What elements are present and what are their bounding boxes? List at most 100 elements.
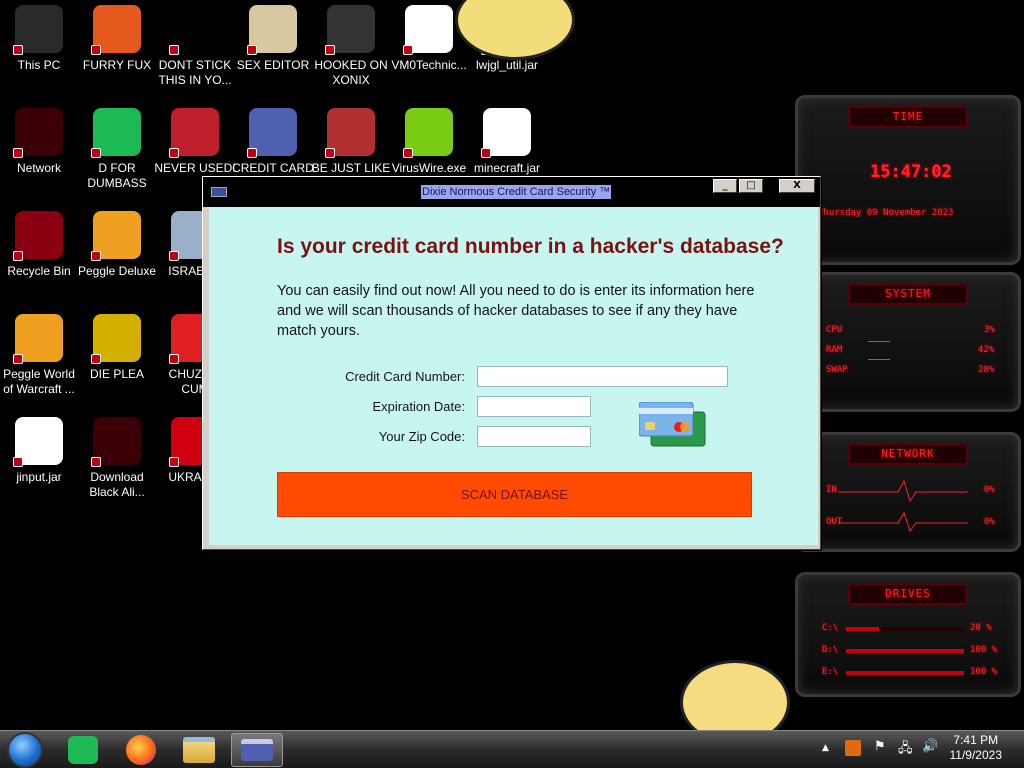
desktop-icon[interactable]: Peggle World of Warcraft ...	[0, 314, 78, 397]
taskbar-file-explorer[interactable]	[173, 733, 225, 767]
taskbar-credit-card-checker[interactable]	[231, 733, 283, 767]
desktop-icon-label: DONT STICK THIS IN YO...	[158, 58, 232, 87]
swap-label: SWAP	[826, 365, 848, 375]
desktop-icon[interactable]: D FOR DUMBASS	[78, 108, 156, 191]
maximize-button[interactable]: □	[739, 179, 763, 193]
firefox-icon	[91, 5, 141, 55]
peggle-icon	[13, 314, 63, 364]
desktop-icon[interactable]: Network	[0, 108, 78, 176]
desktop-icon[interactable]: NEVER USED!	[154, 108, 236, 176]
drive-value: 100 %	[970, 667, 998, 677]
drives-panel-title: DRIVES	[848, 583, 968, 605]
desktop-icon[interactable]: Recycle Bin	[0, 211, 78, 279]
drive-label: C:\	[822, 623, 839, 633]
expiration-date-input[interactable]	[477, 396, 591, 417]
credit-card-security-window: Dixie Normous Credit Card Security ™ _ □…	[202, 176, 821, 550]
shortcut-arrow-icon	[91, 148, 101, 158]
shortcut-arrow-icon	[403, 45, 413, 55]
time-value: 15:47:02	[870, 162, 952, 182]
app-icon	[211, 187, 227, 197]
net-in-label: IN	[826, 485, 837, 495]
drive-value: 100 %	[970, 645, 998, 655]
shortcut-arrow-icon	[403, 148, 413, 158]
drives-panel: DRIVES C:\ 28 % D:\ 100 % E:\ 100 %	[795, 572, 1021, 697]
shortcut-arrow-icon	[169, 354, 179, 364]
desktop-icon[interactable]: minecraft.jar	[468, 108, 546, 176]
doctor-icon	[403, 5, 453, 55]
desktop-icon[interactable]: FURRY FUX	[78, 5, 156, 73]
network-graph	[838, 479, 968, 533]
desktop-icon-label: SEX EDITOR	[236, 58, 310, 72]
shortcut-arrow-icon	[91, 354, 101, 364]
desktop-icon[interactable]: DONT STICK THIS IN YO...	[156, 5, 234, 88]
desktop-icon[interactable]: This PC	[0, 5, 78, 73]
volume-icon[interactable]: 🔊	[922, 739, 938, 754]
desktop-icon[interactable]: VirusWire.exe	[390, 108, 468, 176]
date-value: Thursday 09 November 2023	[818, 208, 954, 218]
show-hidden-icons-arrow-icon[interactable]: ▲	[822, 743, 829, 753]
shortcut-arrow-icon	[13, 354, 23, 364]
expiration-date-label: Expiration Date:	[372, 399, 466, 414]
desktop-icon-label: This PC	[17, 58, 61, 72]
ram-label: RAM	[826, 345, 843, 355]
desktop-icon[interactable]: SEX EDITOR	[234, 5, 312, 73]
peggle-icon	[91, 211, 141, 261]
desktop-icon-label: Network	[16, 161, 61, 175]
card-number-input[interactable]	[477, 366, 728, 387]
clock-time: 7:41 PM	[953, 733, 999, 747]
desktop-icon[interactable]: Peggle Deluxe	[78, 211, 156, 279]
shortcut-arrow-icon	[13, 148, 23, 158]
card-number-label: Credit Card Number:	[345, 369, 465, 384]
net-in-value: 0%	[984, 485, 995, 495]
desktop-icon-label: NEVER USED!	[154, 161, 236, 175]
time-panel: TIME 15:47:02 Thursday 09 November 2023	[795, 95, 1021, 265]
credit-card-icon	[241, 739, 273, 761]
shortcut-arrow-icon	[169, 457, 179, 467]
window-titlebar[interactable]: Dixie Normous Credit Card Security ™ _ □…	[203, 177, 820, 207]
windows-orb-icon[interactable]	[7, 732, 43, 768]
shortcut-arrow-icon	[247, 148, 257, 158]
drive-label: E:\	[822, 667, 839, 677]
vlc-cone-icon	[169, 5, 219, 55]
hex-editor-icon	[247, 5, 297, 55]
flag-icon[interactable]: ⚑	[874, 739, 886, 754]
cpu-value: 3%	[984, 325, 995, 335]
headline: Is your credit card number in a hacker's…	[277, 235, 784, 258]
desktop-icon-label: VirusWire.exe	[391, 161, 467, 175]
desktop-icon-label: Download Black Ali...	[89, 470, 145, 499]
clock-date: 11/9/2023	[949, 748, 1003, 762]
minimize-button[interactable]: _	[713, 179, 737, 193]
shortcut-arrow-icon	[325, 148, 335, 158]
desktop-icon-label: HOOKED ON XONIX	[314, 58, 388, 87]
taskbar-spotify[interactable]	[57, 733, 109, 767]
system-clock[interactable]: 7:41 PM 11/9/2023	[950, 733, 1003, 763]
desktop-icon-label: DIE PLEA	[89, 367, 145, 381]
java-jar-icon	[13, 417, 63, 467]
shortcut-arrow-icon	[169, 148, 179, 158]
desktop-icon[interactable]: jinput.jar	[0, 417, 78, 485]
close-button[interactable]: X	[779, 179, 815, 193]
zip-code-input[interactable]	[477, 426, 591, 447]
desktop-icon[interactable]: DIE PLEA	[78, 314, 156, 382]
taskbar-firefox[interactable]	[115, 733, 167, 767]
cpu-meter-tray-icon[interactable]	[845, 740, 861, 756]
shortcut-arrow-icon	[13, 45, 23, 55]
scan-database-button[interactable]: SCAN DATABASE	[277, 472, 752, 517]
desktop-icon[interactable]: HOOKED ON XONIX	[312, 5, 390, 88]
window-body: Is your credit card number in a hacker's…	[209, 207, 818, 545]
drive-value: 28 %	[970, 623, 992, 633]
swap-graph-line	[868, 359, 890, 360]
christmas-elf-icon	[325, 108, 375, 158]
recycle-bin-icon	[13, 211, 63, 261]
shortcut-arrow-icon	[325, 45, 335, 55]
network-panel-title: NETWORK	[848, 443, 968, 465]
firefox-icon	[126, 735, 156, 765]
time-panel-title: TIME	[848, 106, 968, 128]
desktop-icon[interactable]: Download Black Ali...	[78, 417, 156, 500]
network-icon[interactable]: 🖧	[898, 739, 913, 761]
shortcut-arrow-icon	[13, 251, 23, 261]
desktop-icon-label: Recycle Bin	[7, 264, 71, 278]
system-panel: SYSTEM CPU 3% RAM 42% SWAP 28%	[795, 272, 1021, 412]
description-text: You can easily find out now! All you nee…	[277, 283, 755, 339]
desktop-icon-label: jinput.jar	[16, 470, 62, 484]
